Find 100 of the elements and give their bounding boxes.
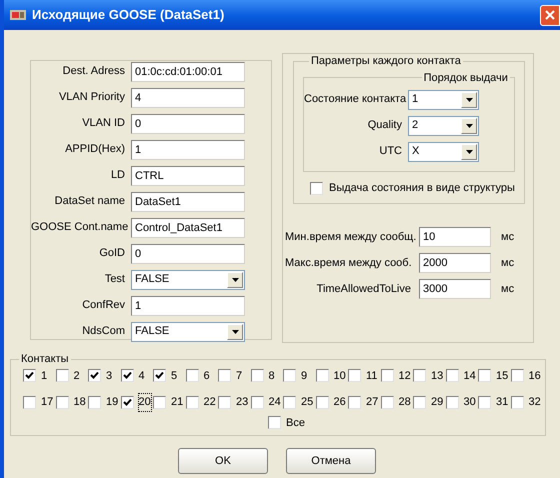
checkbox[interactable]: [348, 369, 361, 382]
input-field[interactable]: Control_DataSet1: [131, 218, 245, 238]
checkbox[interactable]: [250, 369, 264, 382]
checkbox-label: 12: [398, 368, 411, 384]
input-field[interactable]: 1: [131, 140, 245, 160]
field-label: Состояние контакта: [304, 92, 408, 108]
checkbox-label: 17: [41, 395, 54, 410]
checkbox-label: 29: [431, 395, 444, 410]
checkbox[interactable]: [218, 396, 231, 409]
field-label: GOOSE Cont.name: [31, 220, 130, 236]
checkbox-label: 18: [74, 395, 86, 410]
field-label: NdsCom: [81, 324, 126, 340]
checkbox[interactable]: [446, 396, 458, 409]
input-field[interactable]: CTRL: [131, 166, 245, 186]
checkbox-label: Выдача состояния в виде структуры: [329, 181, 515, 196]
checkbox[interactable]: [310, 182, 323, 195]
field-label: Quality: [366, 118, 403, 134]
input-field[interactable]: 1: [131, 296, 245, 316]
checkbox-label: 32: [528, 395, 541, 410]
checkbox-label: 10: [334, 368, 346, 384]
field-label: VLAN ID: [81, 116, 126, 132]
input-field[interactable]: DataSet1: [131, 192, 245, 212]
group-title: Порядок выдачи: [422, 70, 509, 86]
checkbox[interactable]: [250, 396, 264, 409]
dropdown[interactable]: 2: [408, 116, 479, 136]
checkbox[interactable]: [120, 396, 134, 409]
checkbox-label: 3: [106, 368, 112, 384]
checkbox-label: 4: [138, 368, 145, 384]
checkbox-label: 22: [204, 395, 216, 410]
checkbox-label: 20: [138, 394, 151, 410]
input-field[interactable]: 0: [131, 114, 245, 134]
checkbox-label: 21: [171, 395, 184, 410]
checkbox[interactable]: [88, 369, 101, 382]
dialog-button[interactable]: OK: [178, 448, 268, 474]
checkbox[interactable]: [413, 396, 426, 409]
checkbox[interactable]: [218, 369, 231, 382]
dropdown[interactable]: 1: [408, 90, 479, 110]
checkbox-label: 9: [301, 368, 308, 384]
checkbox-label: 6: [204, 368, 210, 384]
checkbox[interactable]: [56, 396, 68, 409]
field-label: Макс.время между сооб.: [285, 256, 413, 271]
checkbox-label: 15: [496, 368, 508, 384]
checkbox-label: 19: [106, 395, 118, 410]
checkbox[interactable]: [153, 396, 166, 409]
field-label: Test: [104, 272, 126, 288]
checkbox-label: 7: [236, 368, 242, 384]
checkbox[interactable]: [380, 396, 394, 409]
unit-label: мс: [501, 282, 514, 297]
field-label: Мин.время между сообщ.: [285, 230, 418, 245]
input-field[interactable]: 10: [419, 227, 491, 247]
dropdown[interactable]: FALSE: [131, 270, 245, 290]
checkbox[interactable]: [316, 369, 328, 382]
window-title: Исходящие GOOSE (DataSet1): [32, 6, 224, 24]
field-label: LD: [110, 168, 126, 184]
field-label: ConfRev: [81, 298, 126, 314]
input-field[interactable]: 4: [131, 88, 245, 108]
field-label: APPID(Hex): [64, 142, 126, 158]
checkbox[interactable]: [380, 369, 394, 382]
checkbox-label: 31: [496, 395, 508, 410]
input-field[interactable]: 3000: [419, 279, 491, 299]
checkbox[interactable]: [283, 369, 296, 382]
checkbox[interactable]: [348, 396, 361, 409]
checkbox-label: 2: [74, 368, 80, 384]
checkbox[interactable]: [510, 396, 524, 409]
checkbox[interactable]: [153, 369, 166, 382]
checkbox-label: 27: [366, 395, 378, 410]
checkbox[interactable]: [56, 369, 68, 382]
dialog-button[interactable]: Отмена: [286, 448, 376, 474]
checkbox-label: Все: [286, 416, 305, 430]
checkbox[interactable]: [23, 396, 36, 409]
checkbox[interactable]: [88, 396, 101, 409]
checkbox-label: 26: [334, 395, 346, 410]
checkbox[interactable]: [283, 396, 296, 409]
input-field[interactable]: 01:0c:cd:01:00:01: [131, 62, 245, 82]
checkbox-label: 14: [464, 368, 476, 384]
field-label: TimeAllowedToLive: [316, 282, 412, 297]
field-label: DataSet name: [54, 194, 126, 210]
checkbox-label: 30: [464, 395, 476, 410]
checkbox-label: 8: [268, 368, 275, 384]
checkbox[interactable]: [446, 369, 458, 382]
dropdown[interactable]: X: [408, 142, 479, 162]
dropdown[interactable]: FALSE: [131, 322, 245, 342]
checkbox-label: 24: [268, 395, 281, 410]
checkbox[interactable]: [268, 416, 281, 430]
input-field[interactable]: 2000: [419, 253, 491, 273]
field-label: UTC: [378, 144, 403, 160]
close-button[interactable]: [540, 4, 560, 26]
input-field[interactable]: 0: [131, 244, 245, 264]
unit-label: мс: [501, 230, 514, 245]
checkbox[interactable]: [23, 369, 36, 382]
checkbox[interactable]: [478, 396, 491, 409]
checkbox[interactable]: [413, 369, 426, 382]
checkbox[interactable]: [316, 396, 328, 409]
checkbox[interactable]: [186, 396, 198, 409]
checkbox-label: 25: [301, 395, 314, 410]
checkbox[interactable]: [478, 369, 491, 382]
checkbox-label: 23: [236, 395, 248, 410]
checkbox[interactable]: [186, 369, 198, 382]
checkbox[interactable]: [510, 369, 524, 382]
checkbox[interactable]: [120, 369, 134, 382]
